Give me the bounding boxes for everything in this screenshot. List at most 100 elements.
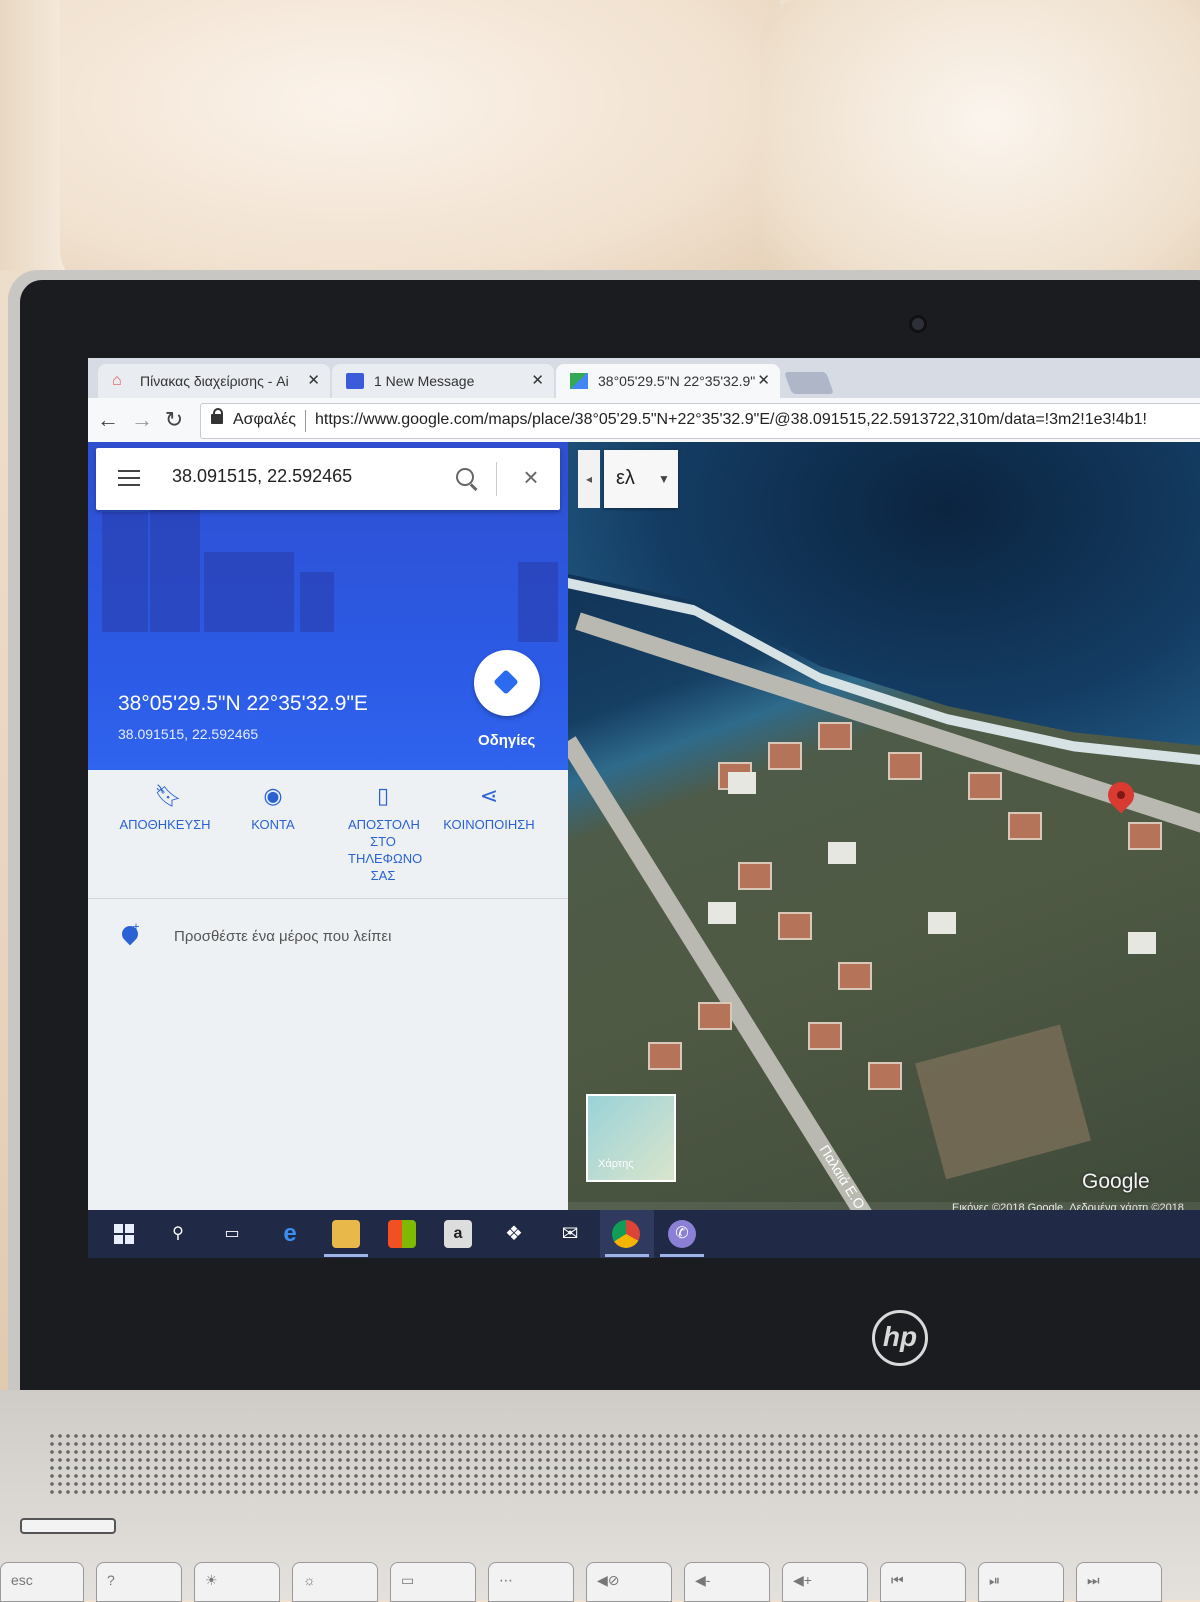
map-type-toggle[interactable]: Χάρτης [586,1094,676,1182]
action-label: ΚΟΝΤΑ [251,817,295,832]
back-arrow-icon[interactable]: ← [94,406,122,434]
cushion-left [60,0,780,290]
key-f1[interactable]: ? [96,1562,182,1602]
running-indicator [660,1254,704,1257]
chrome-icon[interactable] [612,1220,640,1248]
key-f9[interactable]: ⏮ [880,1562,966,1602]
chevron-down-icon: ▼ [658,472,670,486]
house [698,1002,732,1030]
illustration-building [300,572,334,632]
power-button[interactable] [20,1518,116,1534]
menu-icon[interactable] [118,470,140,486]
close-icon[interactable]: × [516,462,546,492]
tab-label: 38°05'29.5"N 22°35'32.9" [598,373,756,389]
field [915,1024,1091,1180]
tab-mail[interactable]: 1 New Message ✕ [332,364,554,398]
search-input[interactable]: 38.091515, 22.592465 [172,466,352,487]
add-place-icon [118,922,142,946]
house [1008,812,1042,840]
map-type-label: Χάρτης [598,1158,634,1170]
cushion-right [760,0,1200,300]
directions-button[interactable] [474,650,540,716]
secure-label: Ασφαλές [233,411,297,428]
key-f7[interactable]: ◀- [684,1562,770,1602]
send-to-phone-icon: ▯ [376,783,390,808]
amazon-icon[interactable]: a [444,1220,472,1248]
running-indicator [324,1254,368,1257]
white-house [828,842,856,864]
nearby-pin-icon: ◉ [263,783,283,808]
share-icon: ⋖ [479,783,499,808]
save-button[interactable]: 🔖︎ ΑΠΟΘΗΚΕΥΣΗ [110,784,220,833]
maps-side-panel: 38.091515, 22.592465 × 38°05'29.5"N 22°3… [88,442,568,1258]
language-button[interactable]: ελ ▼ [604,450,678,508]
tab-google-maps[interactable]: 38°05'29.5"N 22°35'32.9" ✕ [556,364,780,398]
file-explorer-icon[interactable] [332,1220,360,1248]
task-view-icon[interactable]: ▭ [218,1220,246,1248]
collapse-panel-button[interactable]: ◂ [578,450,600,508]
close-icon[interactable]: ✕ [307,364,320,398]
house [778,912,812,940]
mail-icon [346,373,364,389]
forward-arrow-icon[interactable]: → [128,406,156,434]
key-esc[interactable]: esc [0,1562,84,1602]
directions-label[interactable]: Οδηγίες [478,732,535,749]
satellite-map[interactable]: ◂ ελ ▼ Παλαιά Ε.Ο. Κο Χάρτης Google Εικό… [568,442,1200,1218]
key-f6[interactable]: ◀⊘ [586,1562,672,1602]
search-icon[interactable] [456,468,474,486]
lock-icon [211,408,223,424]
add-missing-place-link[interactable]: Προσθέστε ένα μέρος που λείπει [174,928,391,945]
hp-logo: hp [872,1310,928,1366]
laptop-screen: ⌂ Πίνακας διαχείρισης - Ai ✕ 1 New Messa… [88,358,1200,1258]
store-icon[interactable] [388,1220,416,1248]
close-icon[interactable]: ✕ [757,364,770,398]
language-label: ελ [616,467,635,489]
house [648,1042,682,1070]
illustration-building [102,512,148,632]
white-house [928,912,956,934]
key-f11[interactable]: ⏭ [1076,1562,1162,1602]
house [818,722,852,750]
airbnb-icon: ⌂ [112,372,122,389]
directions-icon [493,669,519,695]
search-icon[interactable]: ⚲ [164,1220,192,1248]
viber-icon[interactable]: ✆ [668,1220,696,1248]
action-label: ΑΠΟΣΤΟΛΗ ΣΤΟ ΤΗΛΕΦΩΝΟ ΣΑΣ [348,817,423,883]
share-button[interactable]: ⋖ ΚΟΙΝΟΠΟΙΗΣΗ [434,784,544,833]
reload-icon[interactable]: ↻ [160,406,188,434]
place-coordinates: 38.091515, 22.592465 [118,726,259,742]
google-maps-icon [570,373,588,389]
tab-label: 1 New Message [374,373,475,389]
nearby-button[interactable]: ◉ ΚΟΝΤΑ [218,784,328,833]
key-f4[interactable]: ▭ [390,1562,476,1602]
close-icon[interactable]: ✕ [531,364,544,398]
white-house [708,902,736,924]
key-f3[interactable]: ☼ [292,1562,378,1602]
house [968,772,1002,800]
key-f8[interactable]: ◀+ [782,1562,868,1602]
dropbox-icon[interactable]: ❖ [500,1220,528,1248]
house [888,752,922,780]
tab-label: Πίνακας διαχείρισης - Ai [140,373,289,389]
new-tab-button[interactable] [783,372,835,394]
url-separator [305,410,306,432]
house [768,742,802,770]
send-to-phone-button[interactable]: ▯ ΑΠΟΣΤΟΛΗ ΣΤΟ ΤΗΛΕΦΩΝΟ ΣΑΣ [328,784,438,884]
tab-airbnb[interactable]: ⌂ Πίνακας διαχείρισης - Ai ✕ [98,364,330,398]
house [838,962,872,990]
windows-start-icon[interactable] [110,1220,138,1248]
edge-browser-icon[interactable]: e [276,1220,304,1248]
url-text[interactable]: https://www.google.com/maps/place/38°05'… [315,411,1147,429]
key-f5[interactable]: ⋯ [488,1562,574,1602]
address-bar[interactable]: Ασφαλές https://www.google.com/maps/plac… [200,403,1200,439]
key-f10[interactable]: ⏯ [978,1562,1064,1602]
search-box[interactable]: 38.091515, 22.592465 × [96,448,560,510]
illustration-building [518,562,558,642]
mail-icon[interactable]: ✉ [556,1220,584,1248]
white-house [1128,932,1156,954]
browser-tab-bar: ⌂ Πίνακας διαχείρισης - Ai ✕ 1 New Messa… [88,358,1200,398]
taskbar: ⚲ ▭ e a ❖ ✉ ✆ [88,1210,1200,1258]
house [738,862,772,890]
key-f2[interactable]: ☀ [194,1562,280,1602]
action-label: ΑΠΟΘΗΚΕΥΣΗ [119,817,211,832]
